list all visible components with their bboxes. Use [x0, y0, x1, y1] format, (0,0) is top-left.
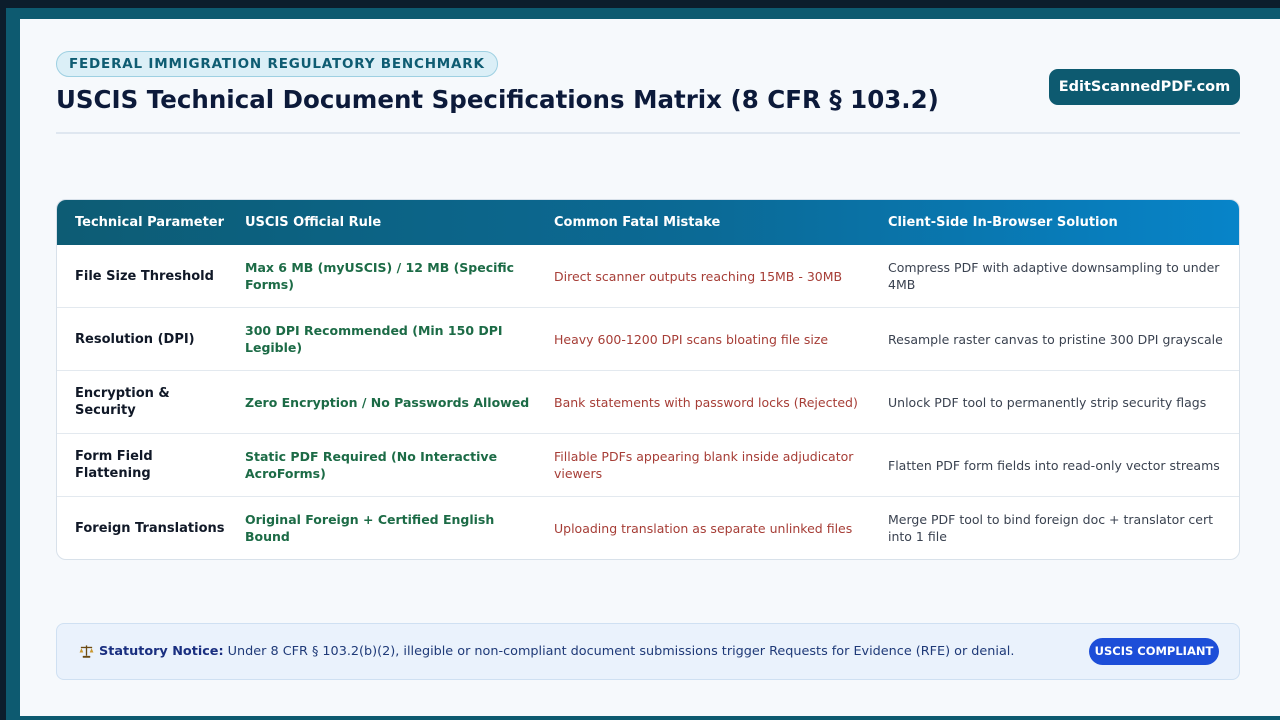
table-header: Technical Parameter USCIS Official Rule …	[57, 200, 1239, 245]
mistake-cell: Fillable PDFs appearing blank inside adj…	[554, 449, 854, 481]
spec-table: Technical Parameter USCIS Official Rule …	[56, 199, 1240, 560]
header-divider	[56, 132, 1240, 134]
mistake-cell: Direct scanner outputs reaching 15MB - 3…	[554, 268, 843, 284]
column-header-rule: USCIS Official Rule	[245, 215, 382, 230]
rule-cell: Static PDF Required (No Interactive Acro…	[245, 449, 498, 481]
table-body: File Size Threshold Max 6 MB (myUSCIS) /…	[57, 245, 1239, 559]
rule-cell: Original Foreign + Certified English Bou…	[245, 512, 495, 544]
mistake-cell: Heavy 600-1200 DPI scans bloating file s…	[554, 331, 829, 347]
rule-cell: Zero Encryption / No Passwords Allowed	[245, 394, 530, 410]
page-title: USCIS Technical Document Specifications …	[56, 85, 939, 114]
brand-link-button[interactable]: EditScannedPDF.com	[1049, 69, 1240, 105]
parameter-cell: Foreign Translations	[75, 520, 225, 536]
category-badge: FEDERAL IMMIGRATION REGULATORY BENCHMARK	[56, 51, 498, 77]
table-row: Form Field Flattening Static PDF Require…	[57, 433, 1239, 496]
scales-icon	[79, 645, 94, 658]
parameter-cell: Resolution (DPI)	[75, 331, 195, 347]
table-row: Encryption & Security Zero Encryption / …	[57, 370, 1239, 433]
table-row: Resolution (DPI) 300 DPI Recommended (Mi…	[57, 307, 1239, 370]
mistake-cell: Bank statements with password locks (Rej…	[554, 394, 858, 410]
rule-cell: Max 6 MB (myUSCIS) / 12 MB (Specific For…	[245, 260, 515, 292]
parameter-cell: Form Field Flattening	[75, 449, 153, 481]
solution-cell: Flatten PDF form fields into read-only v…	[888, 457, 1220, 473]
notice-text: Statutory Notice: Under 8 CFR § 103.2(b)…	[99, 643, 1014, 661]
notice-body: Under 8 CFR § 103.2(b)(2), illegible or …	[223, 644, 1015, 659]
solution-cell: Unlock PDF tool to permanently strip sec…	[888, 394, 1207, 410]
rule-cell: 300 DPI Recommended (Min 150 DPI Legible…	[245, 323, 503, 355]
mistake-cell: Uploading translation as separate unlink…	[554, 520, 853, 536]
solution-cell: Compress PDF with adaptive downsampling …	[888, 260, 1220, 292]
column-header-solution: Client-Side In-Browser Solution	[888, 215, 1118, 230]
solution-cell: Resample raster canvas to pristine 300 D…	[888, 331, 1223, 347]
statutory-notice: Statutory Notice: Under 8 CFR § 103.2(b)…	[56, 623, 1240, 680]
column-header-mistake: Common Fatal Mistake	[554, 215, 721, 230]
table-row: Foreign Translations Original Foreign + …	[57, 496, 1239, 559]
parameter-cell: File Size Threshold	[75, 268, 214, 284]
column-header-parameter: Technical Parameter	[75, 215, 225, 230]
compliance-badge: USCIS COMPLIANT	[1089, 638, 1219, 665]
notice-label: Statutory Notice:	[99, 644, 224, 659]
table-row: File Size Threshold Max 6 MB (myUSCIS) /…	[57, 245, 1239, 307]
solution-cell: Merge PDF tool to bind foreign doc + tra…	[888, 512, 1214, 544]
parameter-cell: Encryption & Security	[75, 386, 170, 418]
